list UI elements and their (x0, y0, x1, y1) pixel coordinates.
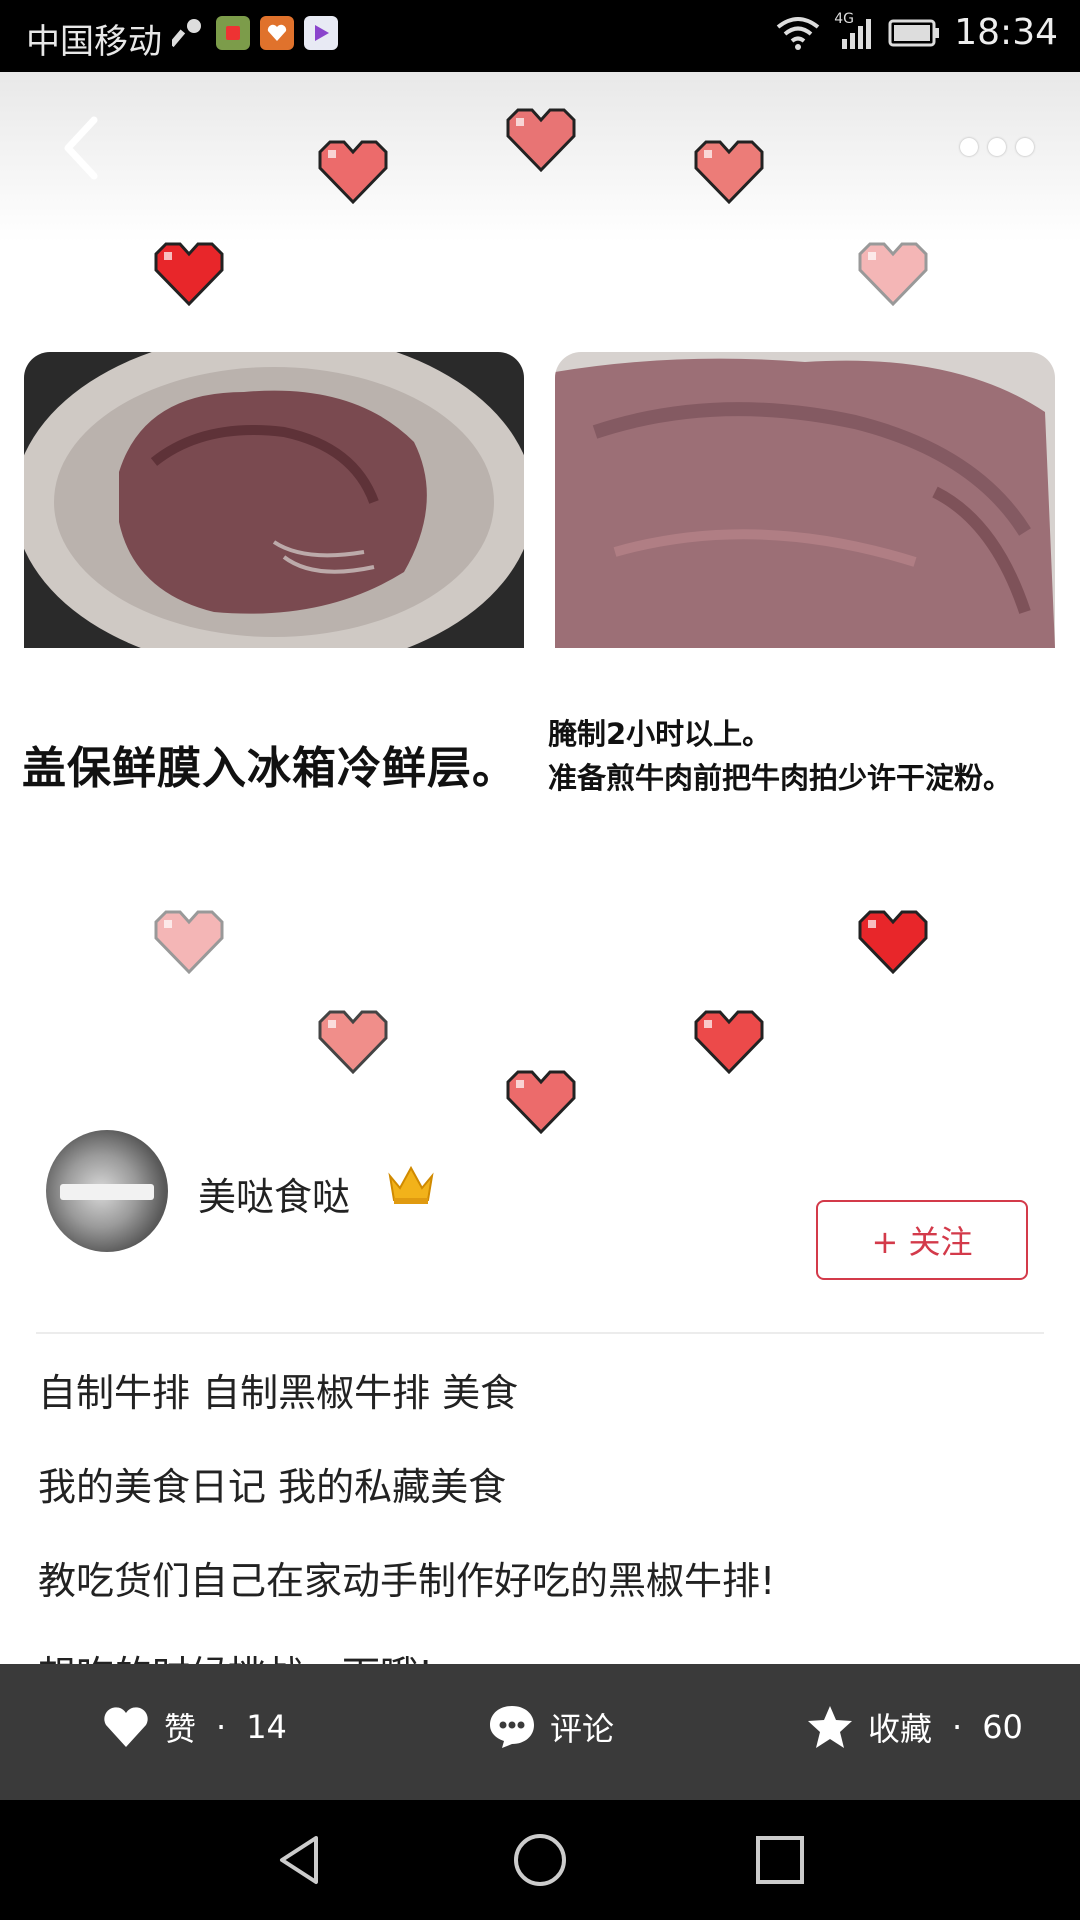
avatar[interactable] (46, 1130, 168, 1252)
more-options-icon[interactable] (960, 132, 1040, 162)
crown-icon (388, 1165, 434, 1204)
video-app-icon (304, 16, 338, 50)
like-count: 14 (246, 1708, 287, 1746)
carrier-name: 中国移动 (26, 22, 162, 62)
favorite-label: 收藏 (868, 1710, 933, 1748)
star-icon (808, 1706, 852, 1748)
pixel-heart-icon (858, 910, 928, 974)
heart-app-icon (260, 16, 294, 50)
comment-button[interactable]: 评论 (488, 1704, 614, 1750)
bottom-action-bar: 赞 · 14 评论 收藏 · 60 (0, 1664, 1080, 1800)
content-line-description: 教吃货们自己在家动手制作好吃的黑椒牛排! (38, 1559, 776, 1603)
favorite-count: 60 (982, 1708, 1023, 1746)
caption-right-line2: 准备煎牛肉前把牛肉拍少许干淀粉。 (548, 761, 1013, 795)
heart-icon (104, 1707, 148, 1747)
like-separator: · (216, 1708, 227, 1746)
post-image-area[interactable]: 盖保鲜膜入冰箱冷鲜层。 腌制2小时以上。 准备煎牛肉前把牛肉拍少许干淀粉。 (0, 72, 1080, 1664)
comment-label: 评论 (550, 1710, 615, 1748)
system-nav-bar (0, 1800, 1080, 1920)
clock: 18:34 (954, 12, 1058, 53)
caption-right: 腌制2小时以上。 准备煎牛肉前把牛肉拍少许干淀粉。 (548, 712, 1078, 800)
back-chevron-icon[interactable] (56, 112, 116, 184)
notification-icons (172, 16, 338, 50)
author-name[interactable]: 美哒食哒 (198, 1166, 350, 1221)
nav-recents-icon[interactable] (750, 1830, 810, 1890)
pixel-heart-icon (154, 242, 224, 306)
content-line-tags2: 我的美食日记 我的私藏美食 (38, 1465, 507, 1509)
author-row: 美哒食哒 + 关注 (0, 1110, 1080, 1280)
steak-photo-left[interactable] (24, 352, 524, 648)
nav-home-icon[interactable] (510, 1830, 570, 1890)
comment-bubble-icon (490, 1706, 534, 1748)
nav-back-icon[interactable] (270, 1830, 330, 1890)
app-notify-icon (216, 16, 250, 50)
like-button[interactable]: 赞 · 14 (102, 1704, 287, 1750)
pixel-heart-icon (694, 140, 764, 204)
signal-icon: 4G (834, 11, 874, 51)
favorite-button[interactable]: 收藏 · 60 (806, 1704, 1023, 1750)
battery-icon (888, 19, 940, 46)
pixel-heart-icon (858, 242, 928, 306)
pixel-heart-icon (694, 1010, 764, 1074)
pixel-heart-icon (318, 140, 388, 204)
content-line-tags1: 自制牛排 自制黑椒牛排 美食 (38, 1371, 519, 1415)
caption-left: 盖保鲜膜入冰箱冷鲜层。 (22, 743, 517, 794)
favorite-separator: · (952, 1708, 963, 1746)
pixel-heart-icon (318, 1010, 388, 1074)
pixel-heart-icon (154, 910, 224, 974)
status-right: 4G 18:34 (776, 11, 1058, 53)
network-type: 4G (834, 10, 855, 27)
follow-button[interactable]: + 关注 (816, 1200, 1028, 1280)
wifi-icon (777, 16, 820, 50)
key-icon (172, 19, 201, 48)
divider (36, 1332, 1044, 1334)
status-bar: 中国移动 4G 18:34 (0, 0, 1080, 72)
like-label: 赞 (164, 1710, 197, 1748)
steak-photo-right[interactable] (555, 352, 1055, 648)
caption-right-line1: 腌制2小时以上。 (548, 717, 772, 751)
pixel-heart-icon (506, 108, 576, 172)
